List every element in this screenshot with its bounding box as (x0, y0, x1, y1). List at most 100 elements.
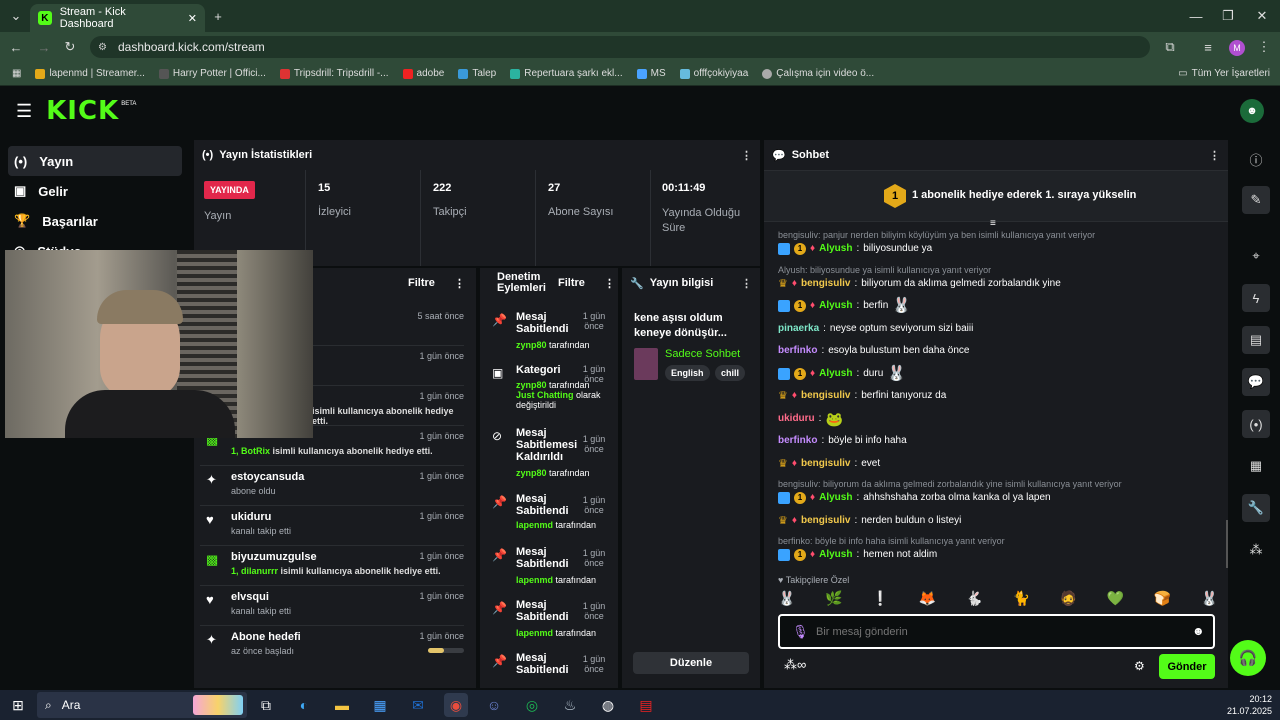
chat-username[interactable]: pinaerka (778, 322, 819, 336)
chat-input[interactable] (816, 623, 1176, 641)
profile-avatar[interactable]: M (1229, 40, 1245, 56)
bookmark-5[interactable]: Talep (458, 68, 496, 79)
store-icon[interactable]: ▦ (368, 693, 392, 717)
apps-icon[interactable]: ▦ (12, 68, 21, 79)
file-explorer-icon[interactable]: ▬ (330, 693, 354, 717)
bookmark-3[interactable]: Tripsdrill: Tripsdrill -... (279, 68, 389, 79)
heart-emote-icon[interactable]: 💚 (1107, 590, 1124, 607)
send-button[interactable]: Gönder (1159, 654, 1215, 679)
bookmark-4[interactable]: adobe (402, 68, 444, 79)
apps-icon[interactable]: ⁂ (1242, 536, 1270, 564)
more-icon[interactable]: ⋮ (741, 149, 752, 162)
chrome-icon[interactable]: ◉ (444, 693, 468, 717)
minimize-icon[interactable]: — (1184, 4, 1208, 28)
taskbar-search[interactable]: ⌕ Ara (37, 692, 247, 718)
tab-search-icon[interactable]: ⌄ (4, 4, 28, 28)
bookmark-2[interactable]: Harry Potter | Offici... (158, 68, 266, 79)
cat-emote-icon[interactable]: 🐈 (1013, 590, 1030, 607)
rabbit-emote-icon[interactable]: 🐰 (778, 590, 795, 607)
sidebar-item-yayin[interactable]: (•) Yayın (8, 146, 182, 176)
browser-tab[interactable]: K Stream - Kick Dashboard ✕ (30, 4, 205, 32)
discord-icon[interactable]: ☺ (482, 693, 506, 717)
chat-username[interactable]: bengisuliv (801, 514, 850, 528)
bookmark-6[interactable]: Repertuara şarkı ekl... (510, 68, 623, 79)
chat-scrollbar[interactable] (1226, 520, 1228, 568)
chat-username[interactable]: berfinko (778, 434, 817, 448)
rabbit-emote-icon[interactable]: 🐰 (1200, 590, 1217, 607)
exclaim-emote-icon[interactable]: ❕ (872, 590, 889, 607)
gift-leaderboard-banner[interactable]: 1 1 abonelik hediye ederek 1. sıraya yük… (764, 170, 1228, 222)
layout-icon[interactable]: ▦ (1242, 452, 1270, 480)
extensions-icon[interactable]: ⧉ (1158, 35, 1182, 59)
chat-username[interactable]: bengisuliv (801, 277, 850, 291)
sidebar-item-gelir[interactable]: ▣ Gelir (8, 176, 182, 206)
more-icon[interactable]: ⋮ (741, 277, 752, 290)
sidebar-item-basarilar[interactable]: 🏆 Başarılar (8, 206, 182, 236)
bookmark-7[interactable]: MS (636, 68, 666, 79)
tag-chill[interactable]: chill (715, 365, 746, 381)
close-window-icon[interactable]: ✕ (1250, 4, 1274, 28)
moderation-filter-button[interactable]: Filtre (558, 277, 585, 289)
outlook-icon[interactable]: ✉ (406, 693, 430, 717)
taskbar-clock[interactable]: 20:12 21.07.2025 (1227, 693, 1272, 717)
kick-points-icon[interactable]: ⁂∞ (784, 657, 806, 673)
forward-icon[interactable]: → (32, 35, 56, 59)
chat-username[interactable]: ukiduru (778, 412, 815, 426)
maximize-icon[interactable]: ❐ (1216, 4, 1240, 28)
chat-username[interactable]: Alyush (819, 491, 852, 505)
spotify-icon[interactable]: ◎ (520, 693, 544, 717)
chat-username[interactable]: Alyush (819, 367, 852, 381)
kick-logo[interactable]: KICK (46, 96, 119, 126)
user-avatar[interactable]: ☻ (1240, 99, 1264, 123)
chat-username[interactable]: Alyush (819, 242, 852, 256)
support-button[interactable]: 🎧 (1230, 640, 1266, 676)
microphone-icon[interactable]: 🎙 (792, 624, 809, 640)
back-icon[interactable]: ← (4, 35, 28, 59)
site-info-icon[interactable]: ⚙ (98, 42, 107, 53)
bookmark-9[interactable]: Çalışma için video ö... (762, 68, 874, 79)
edge-icon[interactable]: ◐ (292, 693, 316, 717)
task-view-icon[interactable]: ⧉ (254, 693, 278, 717)
pdf-icon[interactable]: ▤ (634, 693, 658, 717)
media-icon[interactable]: ≡ (1196, 35, 1220, 59)
broadcast-icon[interactable]: (•) (1242, 410, 1270, 438)
more-icon[interactable]: ⋮ (604, 277, 615, 290)
hamburger-icon[interactable]: ☰ (16, 101, 32, 122)
notes-icon[interactable]: ▤ (1242, 326, 1270, 354)
all-bookmarks[interactable]: ▭ Tüm Yer İşaretleri (1178, 68, 1270, 79)
person-emote-icon[interactable]: 🧔 (1060, 590, 1077, 607)
url-field[interactable]: dashboard.kick.com/stream (90, 36, 1150, 58)
edit-button[interactable]: Düzenle (633, 652, 749, 674)
reload-icon[interactable]: ↻ (58, 35, 82, 59)
edit-icon[interactable]: ✎ (1242, 186, 1270, 214)
emoji-icon[interactable]: ☻ (1192, 624, 1205, 638)
more-icon[interactable]: ⋮ (454, 277, 465, 290)
bookmark-8[interactable]: offfçokiyiyaa (679, 68, 748, 79)
menu-icon[interactable]: ⋮ (1252, 35, 1276, 59)
activity-filter-button[interactable]: Filtre (408, 277, 435, 289)
tribe-emote-icon[interactable]: 🌿 (825, 590, 842, 607)
chat-username[interactable]: Alyush (819, 548, 852, 562)
settings-icon[interactable]: ⚙ (1134, 659, 1145, 673)
info-icon[interactable]: ⓘ (1242, 145, 1270, 173)
tag-english[interactable]: English (665, 365, 710, 381)
chat-username[interactable]: berfinko (778, 344, 817, 358)
chat-username[interactable]: bengisuliv (801, 457, 850, 471)
more-icon[interactable]: ⋮ (1209, 149, 1220, 162)
chat-username[interactable]: Alyush (819, 299, 852, 313)
chat-input-box[interactable]: 🎙 ☻ (778, 614, 1215, 649)
capture-icon[interactable]: ⌖ (1242, 242, 1270, 270)
bread-emote-icon[interactable]: 🍞 (1154, 590, 1171, 607)
rabbit-emote-icon[interactable]: 🐇 (966, 590, 983, 607)
windows-start-icon[interactable]: ⊞ (6, 693, 30, 717)
steam-icon[interactable]: ♨ (558, 693, 582, 717)
new-tab-icon[interactable]: + (206, 4, 230, 28)
wrench-icon[interactable]: 🔧 (1242, 494, 1270, 522)
stream-category[interactable]: Sadece Sohbet (665, 348, 740, 360)
chat-username[interactable]: bengisuliv (801, 389, 850, 403)
obs-icon[interactable]: ◍ (596, 693, 620, 717)
bookmark-1[interactable]: lapenmd | Streamer... (35, 68, 145, 79)
lightning-icon[interactable]: ϟ (1242, 284, 1270, 312)
fox-emote-icon[interactable]: 🦊 (919, 590, 936, 607)
chat-icon[interactable]: 💬 (1242, 368, 1270, 396)
